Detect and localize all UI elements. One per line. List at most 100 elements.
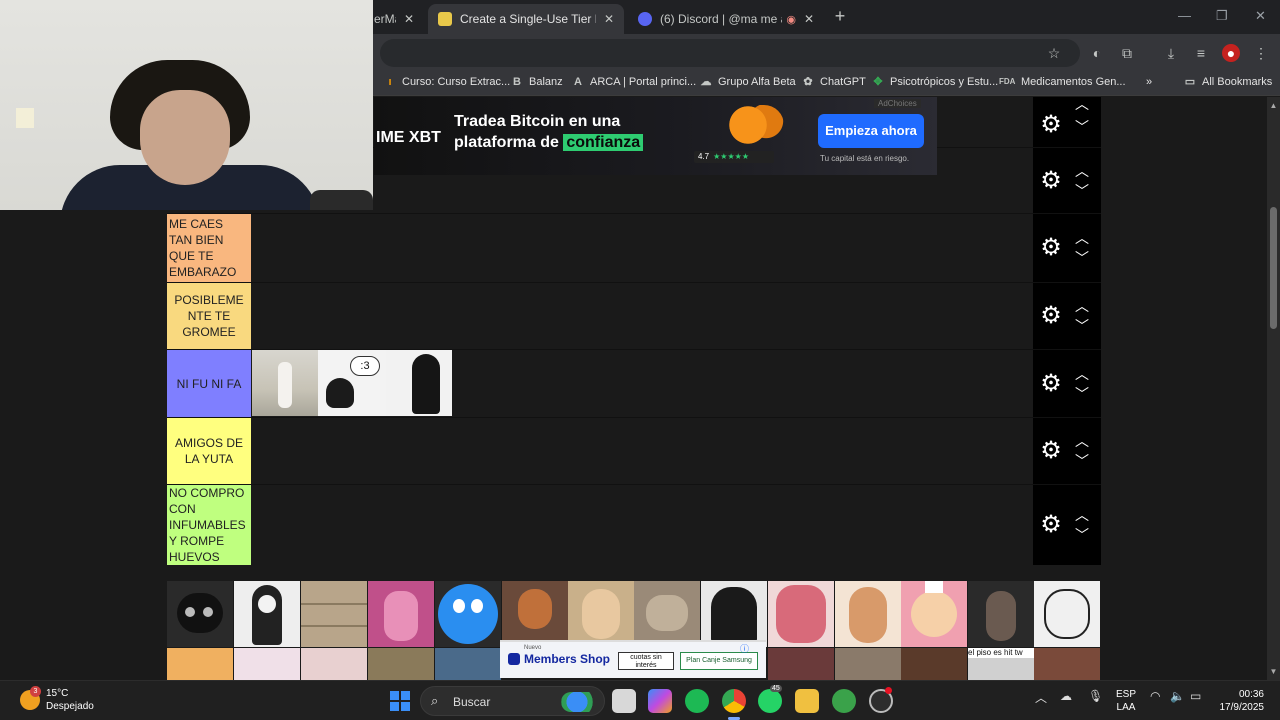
- pool-image[interactable]: [568, 581, 634, 647]
- ad-cta-button[interactable]: Empieza ahora: [818, 114, 924, 148]
- tab-discord[interactable]: (6) Discord | @ma me abris ◉ ✕: [628, 4, 824, 34]
- wifi-icon[interactable]: ◠: [1150, 689, 1160, 703]
- samsung-ad-banner[interactable]: Nuevo Members Shop cuotas sin interés Pla…: [500, 640, 766, 678]
- tier-items-dropzone[interactable]: [252, 485, 1033, 565]
- pool-image[interactable]: [234, 648, 300, 680]
- tab-previous[interactable]: erMa ✕: [372, 4, 424, 34]
- scroll-up-icon[interactable]: ▲: [1269, 101, 1278, 110]
- close-icon[interactable]: ✕: [404, 12, 414, 26]
- gear-icon[interactable]: ⚙: [1038, 370, 1064, 397]
- taskbar-search[interactable]: ⌕ Buscar: [420, 686, 605, 716]
- close-window-icon[interactable]: ✕: [1255, 8, 1266, 24]
- chevron-down-icon[interactable]: ﹀: [1073, 251, 1091, 265]
- pool-image[interactable]: [835, 648, 901, 680]
- pool-image[interactable]: [768, 581, 834, 647]
- person-photo[interactable]: [252, 350, 318, 416]
- pool-image[interactable]: [301, 581, 367, 647]
- chrome-icon[interactable]: [722, 689, 746, 720]
- download-icon[interactable]: ⤓: [1162, 44, 1180, 62]
- chevron-up-icon[interactable]: ︿: [1073, 434, 1091, 448]
- tier-label[interactable]: AMIGOS DE LA YUTA: [167, 418, 251, 484]
- scroll-down-icon[interactable]: ▼: [1269, 667, 1278, 676]
- pool-image[interactable]: [901, 648, 967, 680]
- chevron-up-icon[interactable]: ︿: [1073, 508, 1091, 522]
- pool-image[interactable]: [901, 581, 967, 647]
- language-indicator[interactable]: ESP LAA: [1116, 688, 1136, 714]
- maximize-icon[interactable]: ❐: [1216, 8, 1228, 24]
- close-icon[interactable]: ✕: [604, 12, 614, 26]
- profile-avatar[interactable]: ●: [1222, 44, 1240, 62]
- woman-photo[interactable]: [386, 350, 452, 416]
- bookmark-medicamentos[interactable]: FDA Medicamentos Gen...: [999, 76, 1126, 88]
- copilot-icon[interactable]: [648, 689, 672, 713]
- address-bar[interactable]: [380, 39, 1080, 67]
- chevron-up-icon[interactable]: ︿: [1073, 164, 1091, 178]
- gear-icon[interactable]: ⚙: [1038, 303, 1064, 329]
- bookmark-arca[interactable]: A ARCA | Portal princi...: [572, 76, 696, 88]
- info-icon[interactable]: ⓘ: [740, 642, 749, 655]
- all-bookmarks-button[interactable]: ▭ All Bookmarks: [1184, 76, 1273, 88]
- bookmark-star-icon[interactable]: ☆: [1045, 44, 1063, 62]
- pool-image[interactable]: [1034, 581, 1100, 647]
- new-tab-button[interactable]: +: [830, 6, 850, 26]
- chevron-up-icon[interactable]: ︿: [1073, 299, 1091, 313]
- chevron-down-icon[interactable]: ﹀: [1073, 184, 1091, 198]
- chevron-down-icon[interactable]: ﹀: [1073, 528, 1091, 542]
- pool-image[interactable]: [167, 581, 233, 647]
- battery-icon[interactable]: ▭: [1190, 689, 1201, 703]
- bookmark-balanz[interactable]: B Balanz: [511, 76, 563, 88]
- tier-label[interactable]: POSIBLEME NTE TE GROMEE: [167, 283, 251, 349]
- app-circle-icon[interactable]: [869, 687, 893, 713]
- volume-icon[interactable]: 🔈: [1170, 689, 1185, 703]
- tier-items-dropzone[interactable]: [252, 418, 1033, 484]
- chevron-up-icon[interactable]: ︿: [1073, 367, 1091, 381]
- tier-label[interactable]: NI FU NI FA: [167, 350, 251, 417]
- microphone-icon[interactable]: 🎙: [1088, 689, 1103, 703]
- spotify-icon[interactable]: [685, 689, 709, 713]
- chevron-down-icon[interactable]: ﹀: [1073, 120, 1091, 134]
- dog-photo[interactable]: :3: [318, 350, 386, 416]
- tier-items-dropzone[interactable]: [252, 283, 1033, 349]
- pool-image[interactable]: [1034, 648, 1100, 680]
- weather-widget[interactable]: 3 15°C Despejado: [20, 686, 94, 713]
- media-control-icon[interactable]: ≡: [1192, 44, 1210, 62]
- chevron-up-icon[interactable]: ︿: [1073, 231, 1091, 245]
- pool-image[interactable]: [301, 648, 367, 680]
- bookmark-chatgpt[interactable]: ✿ ChatGPT: [802, 76, 865, 88]
- gear-icon[interactable]: ⚙: [1038, 112, 1064, 138]
- tier-label[interactable]: ME CAES TAN BIEN QUE TE EMBARAZO: [167, 214, 251, 282]
- bookmark-curso[interactable]: ı Curso: Curso Extrac...: [384, 76, 510, 88]
- close-icon[interactable]: ✕: [804, 12, 814, 26]
- pool-image[interactable]: [167, 648, 233, 680]
- pool-image[interactable]: [835, 581, 901, 647]
- bookmarks-overflow-button[interactable]: »: [1146, 76, 1152, 88]
- extension-icon[interactable]: ◐: [1088, 44, 1106, 62]
- adchoices-label[interactable]: AdChoices: [874, 99, 921, 108]
- show-hidden-icons-icon[interactable]: ︿: [1035, 689, 1047, 706]
- pool-image[interactable]: [968, 581, 1034, 647]
- task-view-icon[interactable]: [612, 689, 636, 713]
- tier-items-dropzone[interactable]: [252, 214, 1033, 282]
- gear-icon[interactable]: ⚙: [1038, 167, 1064, 194]
- chevron-down-icon[interactable]: ﹀: [1073, 454, 1091, 468]
- tier-label[interactable]: NO COMPRO CON INFUMABLES Y ROMPE HUEVOS: [167, 485, 251, 565]
- gear-icon[interactable]: ⚙: [1038, 438, 1064, 464]
- chevron-down-icon[interactable]: ﹀: [1073, 387, 1091, 401]
- pool-image[interactable]: [368, 648, 434, 680]
- tab-tier-list[interactable]: Create a Single-Use Tier List (Pr ✕: [428, 4, 624, 34]
- whatsapp-icon[interactable]: 45: [758, 685, 782, 713]
- pool-image[interactable]: [768, 648, 834, 680]
- windows-start-icon[interactable]: [390, 691, 410, 711]
- clock[interactable]: 00:36 17/9/2025: [1212, 688, 1265, 714]
- file-explorer-icon[interactable]: [795, 689, 819, 713]
- gear-icon[interactable]: ⚙: [1038, 512, 1064, 538]
- page-scrollbar[interactable]: ▲ ▼: [1267, 97, 1280, 680]
- pool-image[interactable]: el piso es hit tw: [968, 648, 1034, 680]
- pool-image[interactable]: [502, 581, 568, 647]
- pool-image[interactable]: [234, 581, 300, 647]
- tier-items-dropzone[interactable]: :3: [252, 350, 1033, 417]
- pool-image[interactable]: [701, 581, 767, 647]
- menu-kebab-icon[interactable]: ⋮: [1252, 44, 1270, 62]
- bookmark-grupo-alfa-beta[interactable]: ☁ Grupo Alfa Beta: [700, 76, 796, 88]
- bookmark-psicotropicos[interactable]: ✥ Psicotrópicos y Estu...: [872, 76, 998, 88]
